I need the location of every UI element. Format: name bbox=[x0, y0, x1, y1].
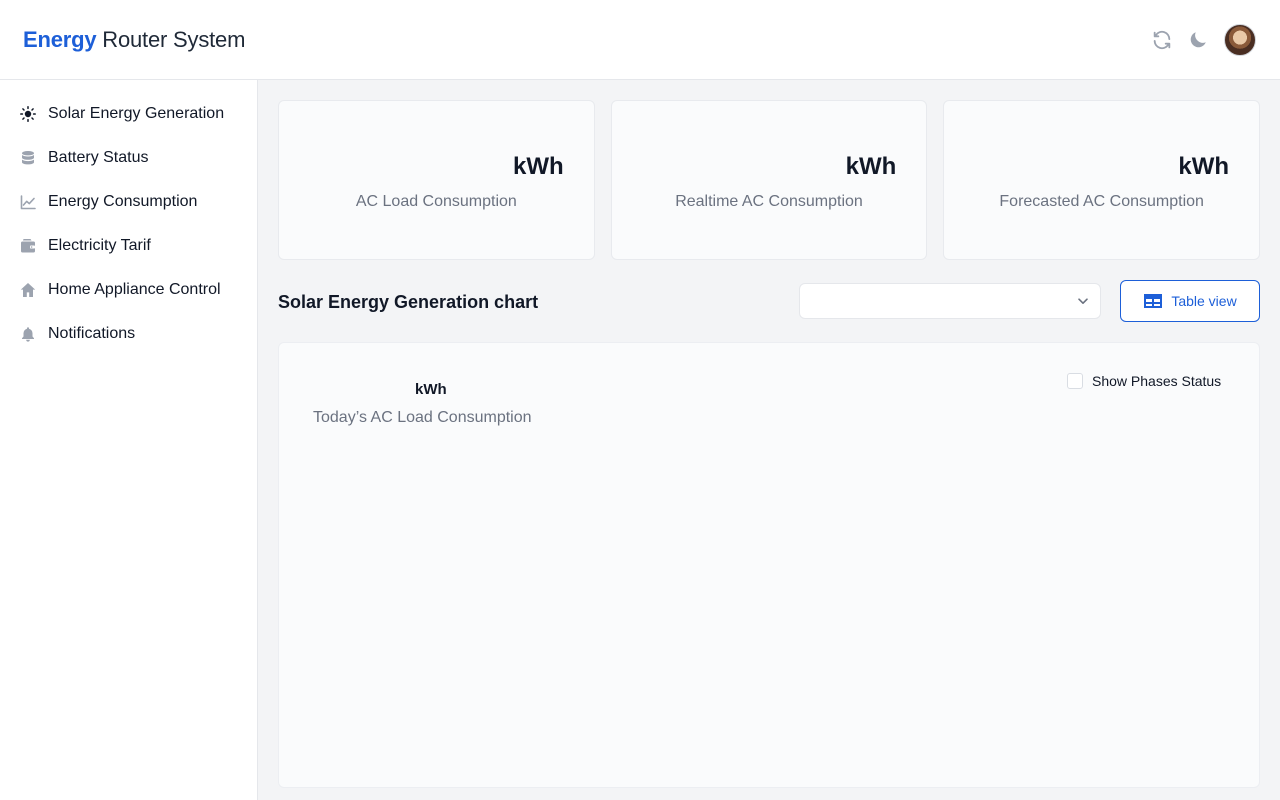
summary-cards: kWh AC Load Consumption kWh Realtime AC … bbox=[278, 100, 1261, 260]
header-actions bbox=[1138, 23, 1256, 56]
card-forecasted-ac-consumption: kWh Forecasted AC Consumption bbox=[943, 100, 1261, 260]
moon-icon[interactable] bbox=[1186, 28, 1210, 52]
show-phases-toggle[interactable]: Show Phases Status bbox=[1067, 373, 1221, 389]
chevron-down-icon bbox=[1078, 298, 1088, 304]
show-phases-label: Show Phases Status bbox=[1092, 373, 1222, 389]
top-header: Energy Router System bbox=[0, 0, 1280, 80]
sidebar-item-battery-status[interactable]: Battery Status bbox=[0, 136, 257, 180]
wallet-icon bbox=[20, 238, 36, 254]
card-label: Forecasted AC Consumption bbox=[999, 193, 1204, 210]
chart-label: Today’s AC Load Consumption bbox=[313, 409, 532, 426]
section-title: Solar Energy Generation chart bbox=[278, 292, 539, 312]
table-view-button[interactable]: Table view bbox=[1120, 280, 1260, 322]
sidebar-item-label: Solar Energy Generation bbox=[48, 105, 225, 122]
card-unit: kWh bbox=[513, 153, 564, 180]
bell-icon bbox=[20, 326, 36, 342]
chart-unit: kWh bbox=[415, 381, 447, 398]
sidebar-item-label: Electricity Tarif bbox=[48, 237, 151, 254]
refresh-icon[interactable] bbox=[1150, 28, 1174, 52]
app-title-rest: Router System bbox=[96, 26, 246, 52]
sidebar-item-label: Battery Status bbox=[48, 149, 149, 166]
chart-range-select[interactable] bbox=[799, 283, 1101, 319]
sidebar-item-electricity-tarif[interactable]: Electricity Tarif bbox=[0, 224, 257, 268]
show-phases-checkbox[interactable] bbox=[1067, 373, 1083, 389]
card-unit: kWh bbox=[1178, 153, 1230, 180]
sun-icon bbox=[20, 106, 36, 122]
sidebar-item-label: Notifications bbox=[48, 325, 136, 342]
app-title-strong: Energy bbox=[23, 26, 97, 52]
sidebar-item-home-appliance-control[interactable]: Home Appliance Control bbox=[0, 268, 257, 312]
sidebar: Solar Energy Generation Battery Status E… bbox=[0, 80, 258, 800]
sidebar-item-solar-energy-generation[interactable]: Solar Energy Generation bbox=[0, 92, 257, 136]
chart-line-icon bbox=[20, 194, 36, 210]
avatar[interactable] bbox=[1224, 23, 1256, 56]
sidebar-item-label: Home Appliance Control bbox=[48, 281, 221, 298]
card-label: Realtime AC Consumption bbox=[675, 193, 863, 210]
table-view-label: Table view bbox=[1171, 293, 1237, 309]
app-title: Energy Router System bbox=[23, 27, 245, 53]
sidebar-item-energy-consumption[interactable]: Energy Consumption bbox=[0, 180, 257, 224]
card-label: AC Load Consumption bbox=[355, 193, 517, 210]
chart-panel: kWh Today’s AC Load Consumption Show Pha… bbox=[278, 342, 1260, 788]
card-ac-load-consumption: kWh AC Load Consumption bbox=[278, 100, 595, 260]
sidebar-item-label: Energy Consumption bbox=[48, 193, 198, 210]
card-realtime-ac-consumption: kWh Realtime AC Consumption bbox=[610, 100, 928, 260]
main-content: kWh AC Load Consumption kWh Realtime AC … bbox=[258, 80, 1280, 800]
table-icon bbox=[1144, 294, 1163, 308]
sidebar-item-notifications[interactable]: Notifications bbox=[0, 312, 257, 356]
home-icon bbox=[20, 282, 36, 298]
database-icon bbox=[20, 150, 36, 166]
card-unit: kWh bbox=[845, 153, 897, 180]
